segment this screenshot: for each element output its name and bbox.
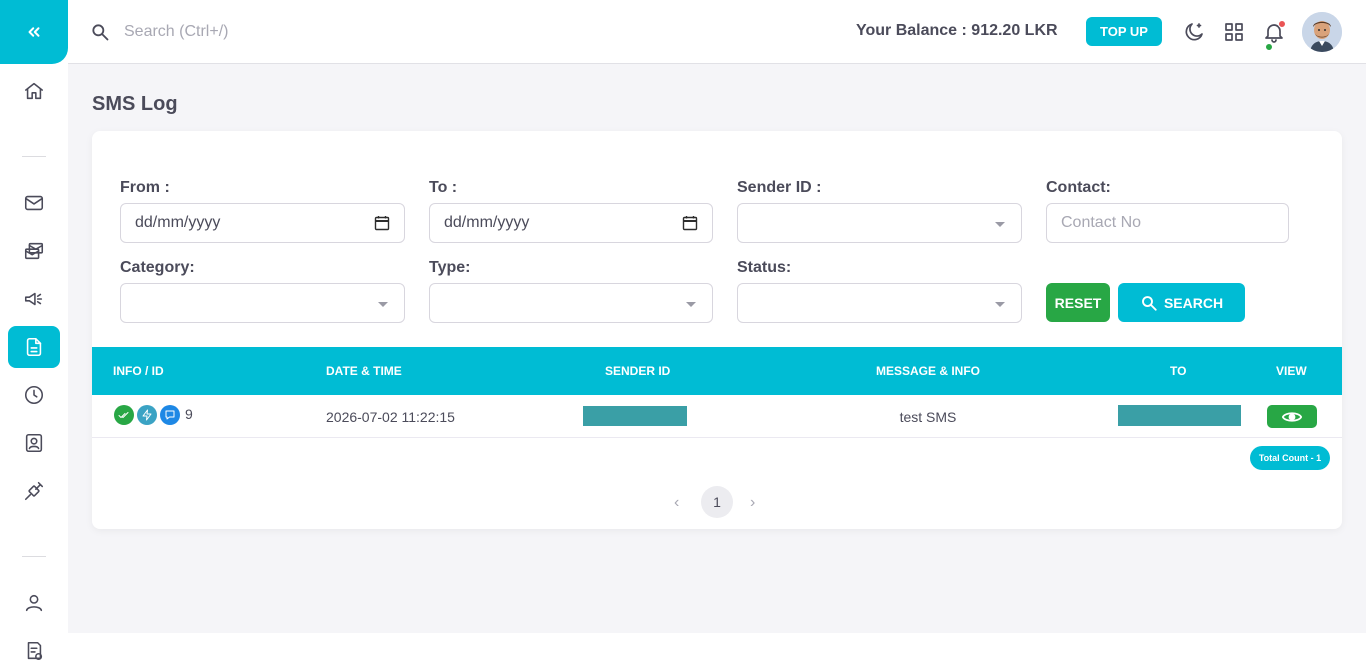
sidebar-item-bulk-messages[interactable]: [8, 230, 60, 272]
sidebar-divider: [22, 156, 46, 157]
sidebar: [0, 0, 68, 667]
chevron-down-icon: [686, 302, 696, 307]
moon-stars-icon: [1185, 23, 1203, 41]
contact-label: Contact:: [1046, 179, 1111, 196]
from-date-input[interactable]: dd/mm/yyyy: [120, 203, 405, 243]
chevron-down-icon: [378, 302, 388, 307]
double-chevron-left-icon: [28, 27, 40, 37]
column-header-date-time[interactable]: DATE & TIME: [326, 364, 402, 378]
user-avatar-icon: [1302, 12, 1342, 52]
top-up-button[interactable]: TOP UP: [1086, 17, 1162, 46]
column-header-info-id[interactable]: INFO / ID: [113, 364, 164, 378]
sender-id-label: Sender ID :: [737, 179, 822, 196]
type-label: Type:: [429, 259, 471, 276]
to-label: To :: [429, 179, 458, 196]
table-header: INFO / ID DATE & TIME SENDER ID MESSAGE …: [92, 347, 1342, 395]
balance-display: Your Balance : 912.20 LKR: [856, 22, 1058, 39]
mail-icon: [24, 195, 44, 211]
dark-mode-toggle[interactable]: [1182, 20, 1206, 44]
row-message: test SMS: [899, 409, 957, 425]
recipient-redacted: [1118, 405, 1241, 426]
status-icons: [114, 405, 180, 425]
home-icon: [24, 82, 44, 100]
sidebar-item-profile[interactable]: [8, 582, 60, 624]
search-button-label: SEARCH: [1163, 294, 1224, 311]
search-button[interactable]: SEARCH: [1118, 283, 1245, 322]
message-icon: [160, 405, 180, 425]
row-datetime: 2026-07-02 11:22:15: [326, 409, 455, 425]
sidebar-item-integrations[interactable]: [8, 470, 60, 512]
clock-icon: [24, 385, 44, 405]
page-title: SMS Log: [92, 93, 178, 115]
avatar[interactable]: [1302, 12, 1342, 52]
search-icon: [1142, 295, 1157, 311]
reset-button[interactable]: RESET: [1046, 283, 1110, 322]
search-icon[interactable]: [90, 22, 110, 42]
chevron-down-icon: [995, 222, 1005, 227]
row-id: 9: [185, 406, 193, 422]
sidebar-collapse-button[interactable]: [0, 0, 68, 64]
contact-card-icon: [25, 433, 43, 453]
calendar-icon[interactable]: [374, 215, 390, 231]
delivered-check-icon: [114, 405, 134, 425]
apps-grid-button[interactable]: [1222, 20, 1246, 44]
to-date-input[interactable]: dd/mm/yyyy: [429, 203, 713, 243]
global-search-input[interactable]: [124, 20, 424, 44]
notifications-button[interactable]: [1262, 20, 1286, 44]
column-header-sender-id[interactable]: SENDER ID: [605, 364, 670, 378]
sidebar-item-reports[interactable]: [8, 630, 60, 667]
category-select[interactable]: [120, 283, 405, 323]
type-select[interactable]: [429, 283, 713, 323]
from-label: From :: [120, 179, 170, 196]
eye-icon: [1282, 411, 1302, 422]
contact-input[interactable]: Contact No: [1046, 203, 1289, 243]
sidebar-item-contacts[interactable]: [8, 422, 60, 464]
contact-placeholder: Contact No: [1061, 214, 1142, 231]
column-header-view[interactable]: VIEW: [1276, 364, 1307, 378]
grid-icon: [1225, 23, 1243, 41]
sidebar-item-home[interactable]: [8, 70, 60, 112]
category-label: Category:: [120, 259, 195, 276]
document-icon: [26, 337, 42, 357]
notification-badge: [1278, 20, 1286, 28]
view-button[interactable]: [1267, 405, 1317, 428]
from-date-value: dd/mm/yyyy: [135, 214, 221, 231]
to-date-value: dd/mm/yyyy: [444, 214, 530, 231]
status-label: Status:: [737, 259, 792, 276]
chevron-down-icon: [995, 302, 1005, 307]
status-select[interactable]: [737, 283, 1022, 323]
sender-id-select[interactable]: [737, 203, 1022, 243]
column-header-message-info[interactable]: MESSAGE & INFO: [876, 364, 980, 378]
previous-page-chevron-icon[interactable]: ‹: [674, 494, 679, 512]
sidebar-item-history[interactable]: [8, 374, 60, 416]
sender-id-redacted: [583, 406, 687, 426]
calendar-icon[interactable]: [682, 215, 698, 231]
sidebar-item-campaigns[interactable]: [8, 278, 60, 320]
online-status-indicator: [1264, 42, 1274, 52]
total-count-badge: Total Count - 1: [1250, 446, 1330, 470]
sidebar-item-messages[interactable]: [8, 182, 60, 224]
flash-icon: [137, 405, 157, 425]
megaphone-icon: [24, 292, 43, 306]
next-page-chevron-icon[interactable]: ›: [750, 494, 755, 512]
report-icon: [27, 641, 43, 661]
sidebar-item-sms-log[interactable]: [8, 326, 60, 368]
top-header: Your Balance : 912.20 LKR TOP UP: [68, 0, 1366, 64]
user-icon: [25, 594, 43, 612]
sms-log-card: From : To : Sender ID : Contact: dd/mm/y…: [92, 131, 1342, 529]
page-button-current[interactable]: 1: [701, 486, 733, 518]
plug-icon: [24, 481, 44, 501]
bulk-mail-icon: [24, 242, 44, 260]
column-header-to[interactable]: TO: [1170, 364, 1186, 378]
sidebar-divider: [22, 556, 46, 557]
table-row: 9 2026-07-02 11:22:15 test SMS: [92, 395, 1342, 438]
